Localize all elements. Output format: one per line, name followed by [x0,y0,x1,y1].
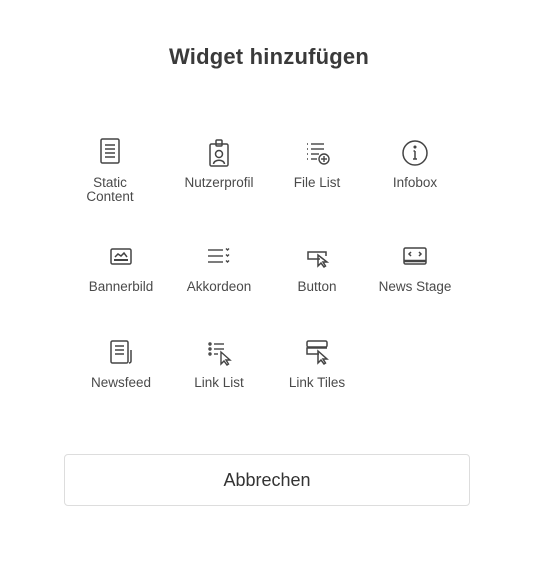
info-circle-icon [398,136,432,170]
file-list-add-icon [300,136,334,170]
widget-nutzerprofil[interactable]: Nutzerprofil [174,136,264,216]
link-tiles-icon [300,336,334,370]
widget-static-content[interactable]: Static Content [65,136,155,216]
widget-label: Button [297,279,337,294]
widget-label: Link Tiles [288,375,346,390]
widget-label: Infobox [392,175,438,190]
widget-link-list[interactable]: Link List [174,336,264,416]
news-stage-icon [398,240,432,274]
link-list-icon [202,336,236,370]
widget-news-stage[interactable]: News Stage [370,240,460,320]
widget-label: Akkordeon [186,279,252,294]
widget-label: Bannerbild [88,279,154,294]
dialog-title: Widget hinzufügen [169,44,369,69]
add-widget-dialog: Widget hinzufügen Static Content Nutzerp… [0,0,538,574]
widget-label: News Stage [378,279,452,294]
widget-newsfeed[interactable]: Newsfeed [76,336,166,416]
newsfeed-icon [104,336,138,370]
banner-image-icon [104,240,138,274]
widget-label: Nutzerprofil [184,175,254,190]
widget-bannerbild[interactable]: Bannerbild [76,240,166,320]
widget-button[interactable]: Button [272,240,362,320]
widget-infobox[interactable]: Infobox [370,136,460,216]
widget-link-tiles[interactable]: Link Tiles [272,336,362,416]
document-lines-icon [93,136,127,170]
widget-akkordeon[interactable]: Akkordeon [174,240,264,320]
widget-label: Newsfeed [90,375,152,390]
cancel-button[interactable]: Abbrechen [64,454,470,506]
widget-label: Link List [194,375,244,390]
widget-label: File List [293,175,341,190]
widget-label: Static Content [86,175,134,204]
id-badge-icon [202,136,236,170]
button-cursor-icon [300,240,334,274]
accordion-icon [202,240,236,274]
widget-file-list[interactable]: File List [272,136,362,216]
